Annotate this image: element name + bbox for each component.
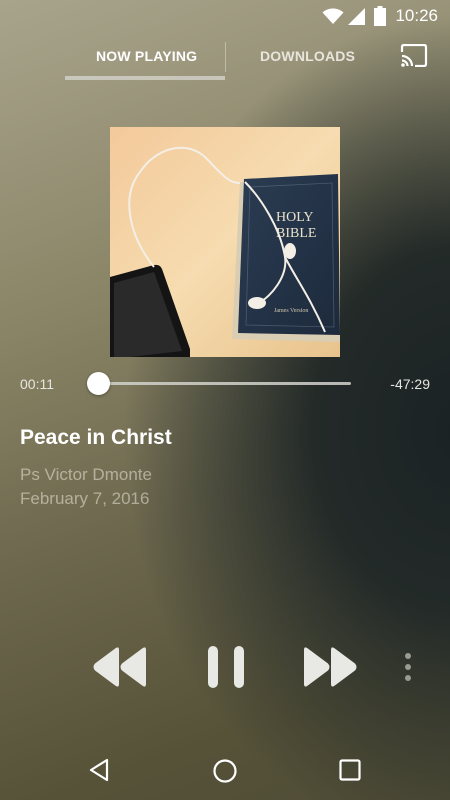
remaining-time: -47:29 xyxy=(390,376,430,392)
battery-icon xyxy=(374,6,386,26)
pause-button[interactable] xyxy=(206,646,246,688)
elapsed-time: 00:11 xyxy=(20,376,54,392)
recents-icon[interactable] xyxy=(338,758,362,782)
back-icon[interactable] xyxy=(88,758,110,782)
clock: 10:26 xyxy=(395,6,438,25)
wifi-icon xyxy=(322,8,344,24)
track-date: February 7, 2016 xyxy=(20,489,150,508)
cover-text-version: James Version xyxy=(274,308,308,314)
tab-divider xyxy=(225,42,226,72)
seek-bar[interactable] xyxy=(100,382,351,385)
cover-text-bible: BIBLE xyxy=(276,226,316,241)
cover-text-holy: HOLY xyxy=(276,210,313,225)
more-vertical-icon xyxy=(405,653,411,681)
cellular-signal-icon xyxy=(348,8,365,25)
status-bar: 10:26 xyxy=(0,0,450,32)
seek-thumb[interactable] xyxy=(87,372,110,395)
tab-downloads[interactable]: DOWNLOADS xyxy=(260,48,355,64)
home-icon[interactable] xyxy=(212,758,238,784)
album-art: HOLY BIBLE James Version xyxy=(110,127,340,357)
fast-forward-button[interactable] xyxy=(302,646,358,688)
tab-bar: NOW PLAYING DOWNLOADS xyxy=(0,38,450,84)
rewind-icon xyxy=(93,647,146,687)
cast-icon[interactable] xyxy=(400,44,428,67)
pause-icon xyxy=(208,646,244,688)
system-nav-bar xyxy=(0,740,450,800)
tab-now-playing[interactable]: NOW PLAYING xyxy=(96,48,197,64)
fast-forward-icon xyxy=(304,647,357,687)
more-options-button[interactable] xyxy=(398,652,418,684)
track-artist: Ps Victor Dmonte xyxy=(20,465,152,484)
track-title: Peace in Christ xyxy=(20,426,172,449)
tab-selected-indicator xyxy=(65,76,225,80)
rewind-button[interactable] xyxy=(92,646,148,688)
